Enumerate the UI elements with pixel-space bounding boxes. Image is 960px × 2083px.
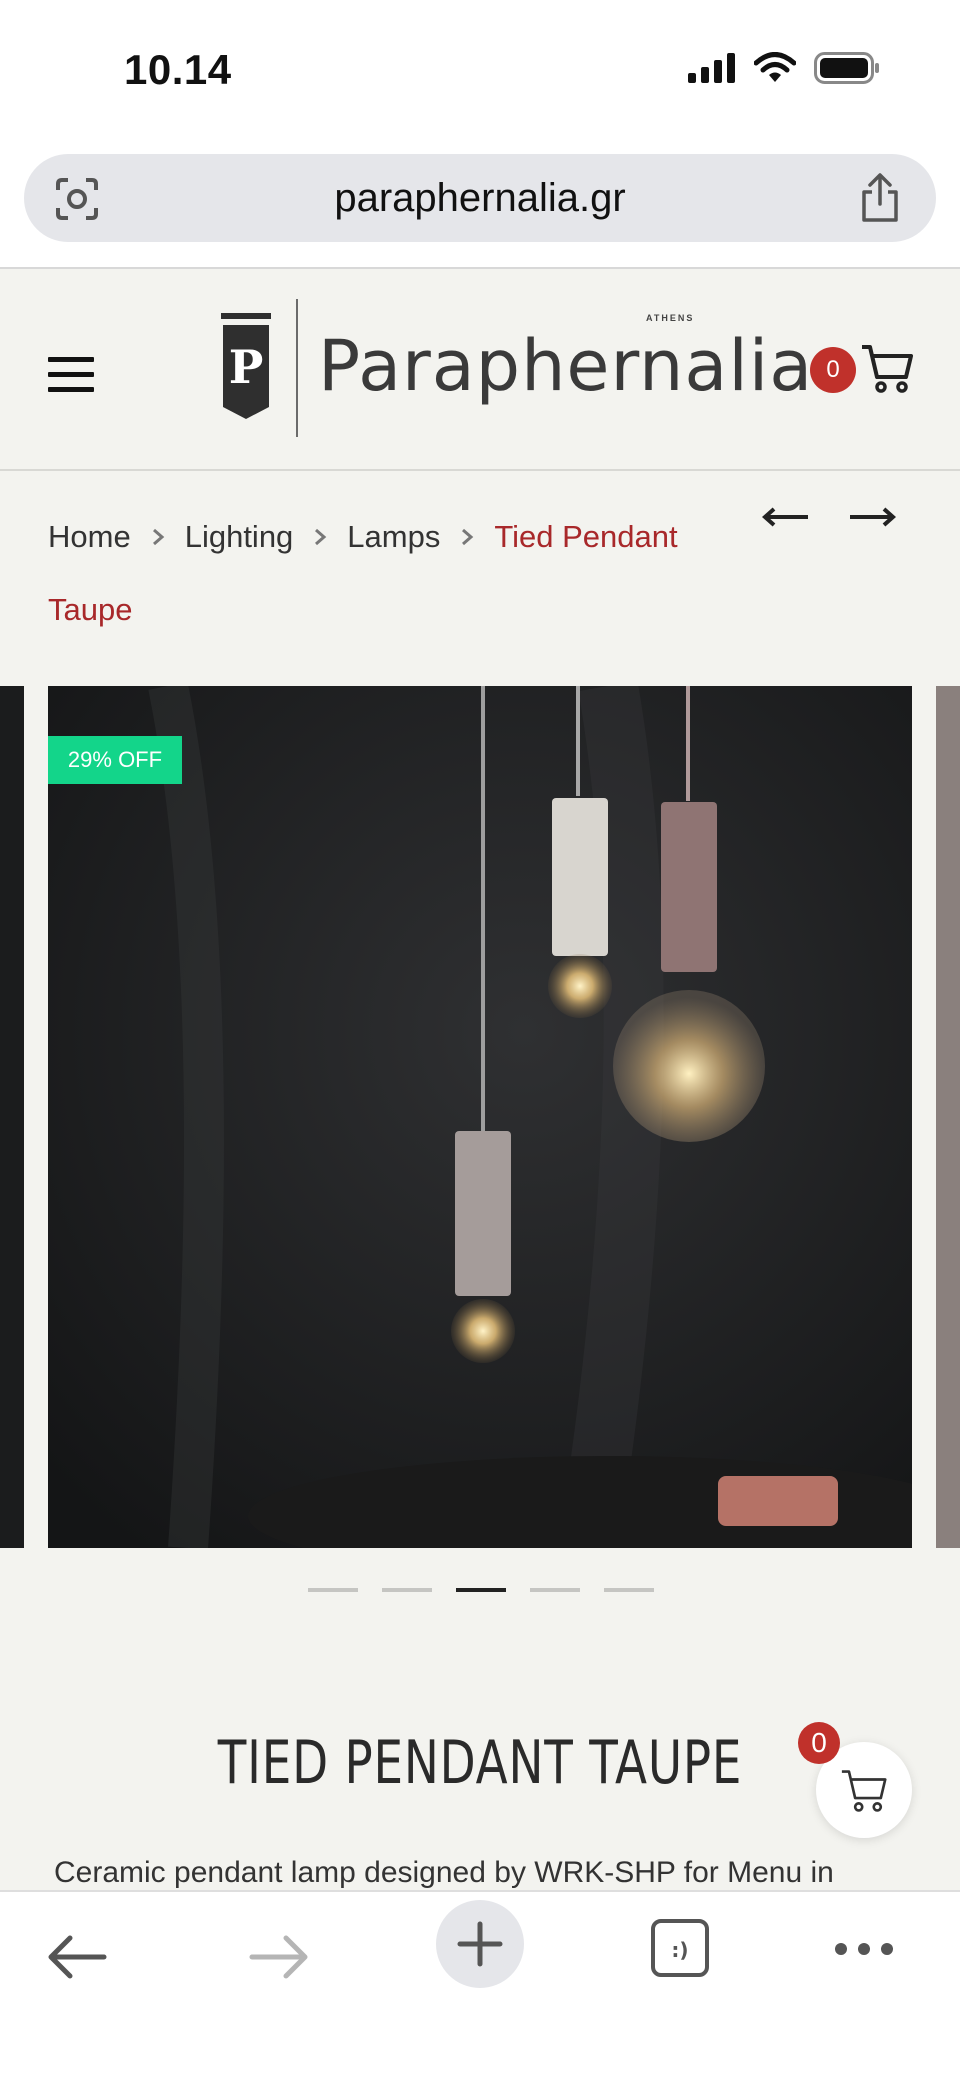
breadcrumb-lighting[interactable]: Lighting	[185, 519, 294, 554]
url-bar[interactable]: paraphernalia.gr	[24, 154, 936, 242]
product-image[interactable]	[48, 686, 912, 1548]
hamburger-icon[interactable]	[48, 357, 94, 393]
logo-mark: P	[221, 313, 271, 419]
browser-toolbar: paraphernalia.gr	[0, 140, 960, 269]
gallery-dot[interactable]	[308, 1588, 358, 1592]
discount-badge: 29% OFF	[48, 736, 182, 784]
gallery-pagination	[308, 1588, 654, 1592]
back-icon[interactable]	[46, 1932, 108, 1982]
gallery-dot[interactable]	[530, 1588, 580, 1592]
gallery-dot[interactable]	[382, 1588, 432, 1592]
status-time: 10.14	[124, 46, 232, 93]
product-description: Ceramic pendant lamp designed by WRK-SHP…	[54, 1856, 834, 1889]
url-text[interactable]: paraphernalia.gr	[24, 176, 936, 221]
gallery-dot[interactable]	[604, 1588, 654, 1592]
gallery-prev-slide[interactable]	[0, 686, 24, 1548]
share-icon[interactable]	[858, 172, 902, 224]
cart-count-badge[interactable]: 0	[810, 347, 856, 393]
cart-icon	[841, 1770, 887, 1812]
browser-bottom-bar: :)	[0, 1890, 960, 2083]
cart-icon[interactable]	[860, 343, 914, 395]
new-tab-icon	[457, 1921, 503, 1967]
floating-cart-count[interactable]: 0	[798, 1722, 840, 1764]
forward-icon[interactable]	[248, 1932, 310, 1982]
more-icon[interactable]	[834, 1942, 894, 1956]
site-header: P Paraphernalia ATHENS 0	[0, 269, 960, 471]
product-title: TIED PENDANT TAUPE	[217, 1728, 743, 1798]
logo-divider	[296, 299, 298, 437]
status-icons	[688, 52, 880, 84]
wifi-icon	[754, 52, 796, 82]
breadcrumb-home[interactable]: Home	[48, 519, 131, 554]
chevron-right-icon	[460, 500, 474, 573]
new-tab-button[interactable]	[436, 1900, 524, 1988]
arrow-left-icon[interactable]	[762, 505, 810, 529]
breadcrumb: Home Lighting Lamps Tied Pendant Taupe	[48, 500, 748, 646]
tabs-icon[interactable]: :)	[650, 1918, 710, 1978]
chevron-right-icon	[151, 500, 165, 573]
site-logo[interactable]: P Paraphernalia ATHENS	[218, 299, 812, 439]
logo-subtext: ATHENS	[646, 313, 695, 323]
signal-icon	[688, 53, 735, 83]
product-nav	[762, 505, 896, 529]
product-gallery[interactable]: 29% OFF	[0, 686, 960, 1548]
gallery-next-slide[interactable]	[936, 686, 960, 1548]
status-bar: 10.14	[0, 0, 960, 140]
breadcrumb-lamps[interactable]: Lamps	[347, 519, 440, 554]
chevron-right-icon	[313, 500, 327, 573]
gallery-dot-active[interactable]	[456, 1588, 506, 1592]
battery-icon	[814, 52, 879, 84]
svg-text::): :)	[671, 1938, 688, 1962]
logo-wordmark: Paraphernalia	[318, 325, 814, 407]
arrow-right-icon[interactable]	[848, 505, 896, 529]
svg-text:P: P	[229, 340, 264, 394]
